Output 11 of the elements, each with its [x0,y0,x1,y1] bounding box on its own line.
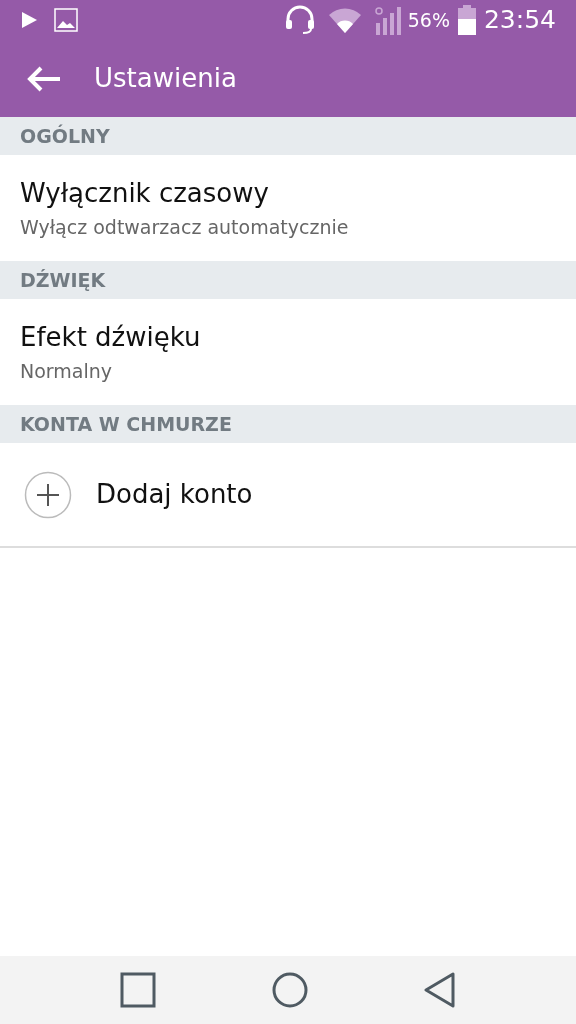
clock: 23:54 [483,4,556,37]
add-account-label: Dodaj konto [96,478,253,511]
setting-summary: Normalny [20,359,114,384]
battery-percent: 56% [407,7,450,33]
section-header: KONTA W CHMURZE [0,405,576,443]
setting-title: Wyłącznik czasowy [20,177,270,210]
setting-summary: Wyłącz odtwarzacz automatycznie [20,215,350,240]
setting-title: Efekt dźwięku [20,321,202,354]
screen-title: Ustawienia [94,62,237,95]
section-header: OGÓLNY [0,117,576,155]
section-header: DŹWIĘK [0,261,576,299]
